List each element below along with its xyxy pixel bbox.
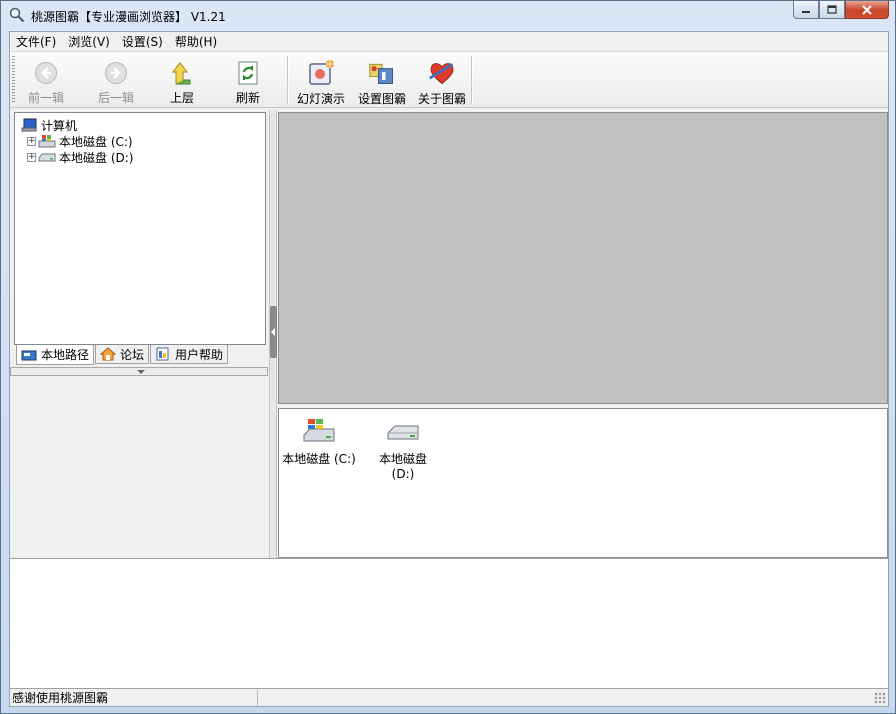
collapse-arrow-icon[interactable]	[137, 370, 145, 374]
menu-settings[interactable]: 设置(S)	[116, 33, 169, 51]
client-area: 文件(F) 浏览(V) 设置(S) 帮助(H) 前一辑 后一辑 上层 刷新 幻灯…	[9, 31, 889, 707]
windows-drive-icon	[303, 419, 335, 442]
refresh-button[interactable]: 刷新	[218, 54, 278, 106]
prev-album-button[interactable]: 前一辑	[16, 54, 76, 106]
toolbar-separator	[287, 56, 289, 104]
menu-bar: 文件(F) 浏览(V) 设置(S) 帮助(H)	[10, 32, 888, 52]
tree-item-drive-c[interactable]: + 本地磁盘 (C:)	[27, 133, 133, 149]
help-document-icon	[156, 347, 169, 361]
hard-drive-icon	[38, 153, 56, 162]
up-level-button[interactable]: 上层	[152, 54, 212, 106]
tab-user-help[interactable]: 用户帮助	[150, 345, 229, 364]
settings-tools-icon	[369, 63, 393, 84]
file-label-drive-d-letter: (D:)	[391, 467, 415, 481]
title-bar[interactable]: 桃源图霸【专业漫画浏览器】 V1.21	[1, 1, 895, 31]
drive-tab-icon	[21, 350, 37, 360]
horizontal-splitter[interactable]	[10, 367, 268, 376]
expand-icon[interactable]: +	[27, 136, 36, 146]
next-album-label: 后一辑	[97, 91, 134, 105]
tree-item-drive-d[interactable]: + 本地磁盘 (D:)	[27, 149, 133, 165]
tab-local-path-label: 本地路径	[41, 348, 90, 362]
prev-album-label: 前一辑	[27, 91, 64, 105]
minimize-button[interactable]	[793, 1, 819, 19]
file-item-drive-c[interactable]: 本地磁盘 (C:)	[279, 417, 359, 467]
slideshow-icon	[309, 60, 334, 85]
minimize-icon	[802, 10, 810, 13]
bottom-pane	[10, 558, 888, 688]
file-list[interactable]: 本地磁盘 (C:) 本地磁盘 (D:)	[278, 408, 888, 558]
tab-forum-label: 论坛	[120, 347, 145, 362]
about-label: 关于图霸	[417, 92, 466, 106]
menu-file[interactable]: 文件(F)	[10, 33, 62, 51]
settings-label: 设置图霸	[357, 92, 406, 106]
hard-drive-icon	[387, 425, 419, 440]
tree-label-drive-c: 本地磁盘 (C:)	[59, 134, 133, 149]
toolbar-grip[interactable]	[12, 56, 15, 104]
home-icon	[100, 347, 117, 361]
settings-button[interactable]: 设置图霸	[352, 54, 412, 106]
tree-label-computer: 计算机	[41, 118, 78, 133]
tab-user-help-label: 用户帮助	[175, 347, 224, 362]
next-album-button[interactable]: 后一辑	[86, 54, 146, 106]
expand-icon[interactable]: +	[27, 152, 36, 162]
slideshow-button[interactable]: 幻灯演示	[291, 54, 351, 106]
close-icon	[862, 4, 872, 15]
refresh-label: 刷新	[235, 91, 260, 105]
window-title: 桃源图霸【专业漫画浏览器】 V1.21	[31, 10, 226, 24]
toolbar: 前一辑 后一辑 上层 刷新 幻灯演示 设置图霸 关于图霸	[10, 52, 888, 108]
about-button[interactable]: 关于图霸	[412, 54, 472, 106]
folder-tree[interactable]: 计算机 + 本地磁盘 (C:) + 本地磁盘 (D:)	[14, 112, 266, 345]
splitter-collapse-handle[interactable]	[270, 306, 277, 358]
left-panel: 计算机 + 本地磁盘 (C:) + 本地磁盘 (D:) 本地路径 论坛 用户帮助	[10, 110, 268, 558]
up-level-label: 上层	[169, 91, 194, 105]
file-label-drive-d: 本地磁盘	[378, 452, 427, 466]
magnifier-icon	[9, 7, 25, 23]
toolbar-separator	[471, 56, 473, 104]
heart-icon	[429, 63, 454, 85]
refresh-icon	[238, 61, 258, 84]
maximize-icon	[827, 5, 837, 14]
status-bar: 感谢使用桃源图霸	[10, 688, 888, 706]
forward-arrow-icon	[105, 61, 127, 84]
vertical-splitter[interactable]	[269, 110, 277, 558]
tab-forum[interactable]: 论坛	[95, 345, 150, 364]
back-arrow-icon	[35, 61, 57, 84]
file-item-drive-d[interactable]: 本地磁盘 (D:)	[363, 417, 443, 481]
left-tabs: 本地路径 论坛 用户帮助	[16, 345, 229, 365]
image-preview-area[interactable]	[278, 112, 888, 404]
close-button[interactable]	[845, 1, 889, 19]
up-folder-icon	[171, 61, 191, 84]
windows-drive-icon	[38, 135, 56, 148]
tree-item-computer[interactable]: 计算机	[21, 117, 77, 133]
tab-local-path[interactable]: 本地路径	[16, 345, 95, 365]
resize-grip[interactable]	[874, 692, 886, 704]
tree-label-drive-d: 本地磁盘 (D:)	[59, 150, 134, 165]
menu-view[interactable]: 浏览(V)	[62, 33, 116, 51]
status-text: 感谢使用桃源图霸	[10, 689, 258, 706]
file-label-drive-c: 本地磁盘 (C:)	[282, 452, 356, 466]
maximize-button[interactable]	[819, 1, 845, 19]
slideshow-label: 幻灯演示	[296, 92, 345, 106]
menu-help[interactable]: 帮助(H)	[169, 33, 223, 51]
app-window: 桃源图霸【专业漫画浏览器】 V1.21 文件(F) 浏览(V) 设置(S) 帮助…	[0, 0, 896, 714]
computer-icon	[21, 118, 37, 132]
